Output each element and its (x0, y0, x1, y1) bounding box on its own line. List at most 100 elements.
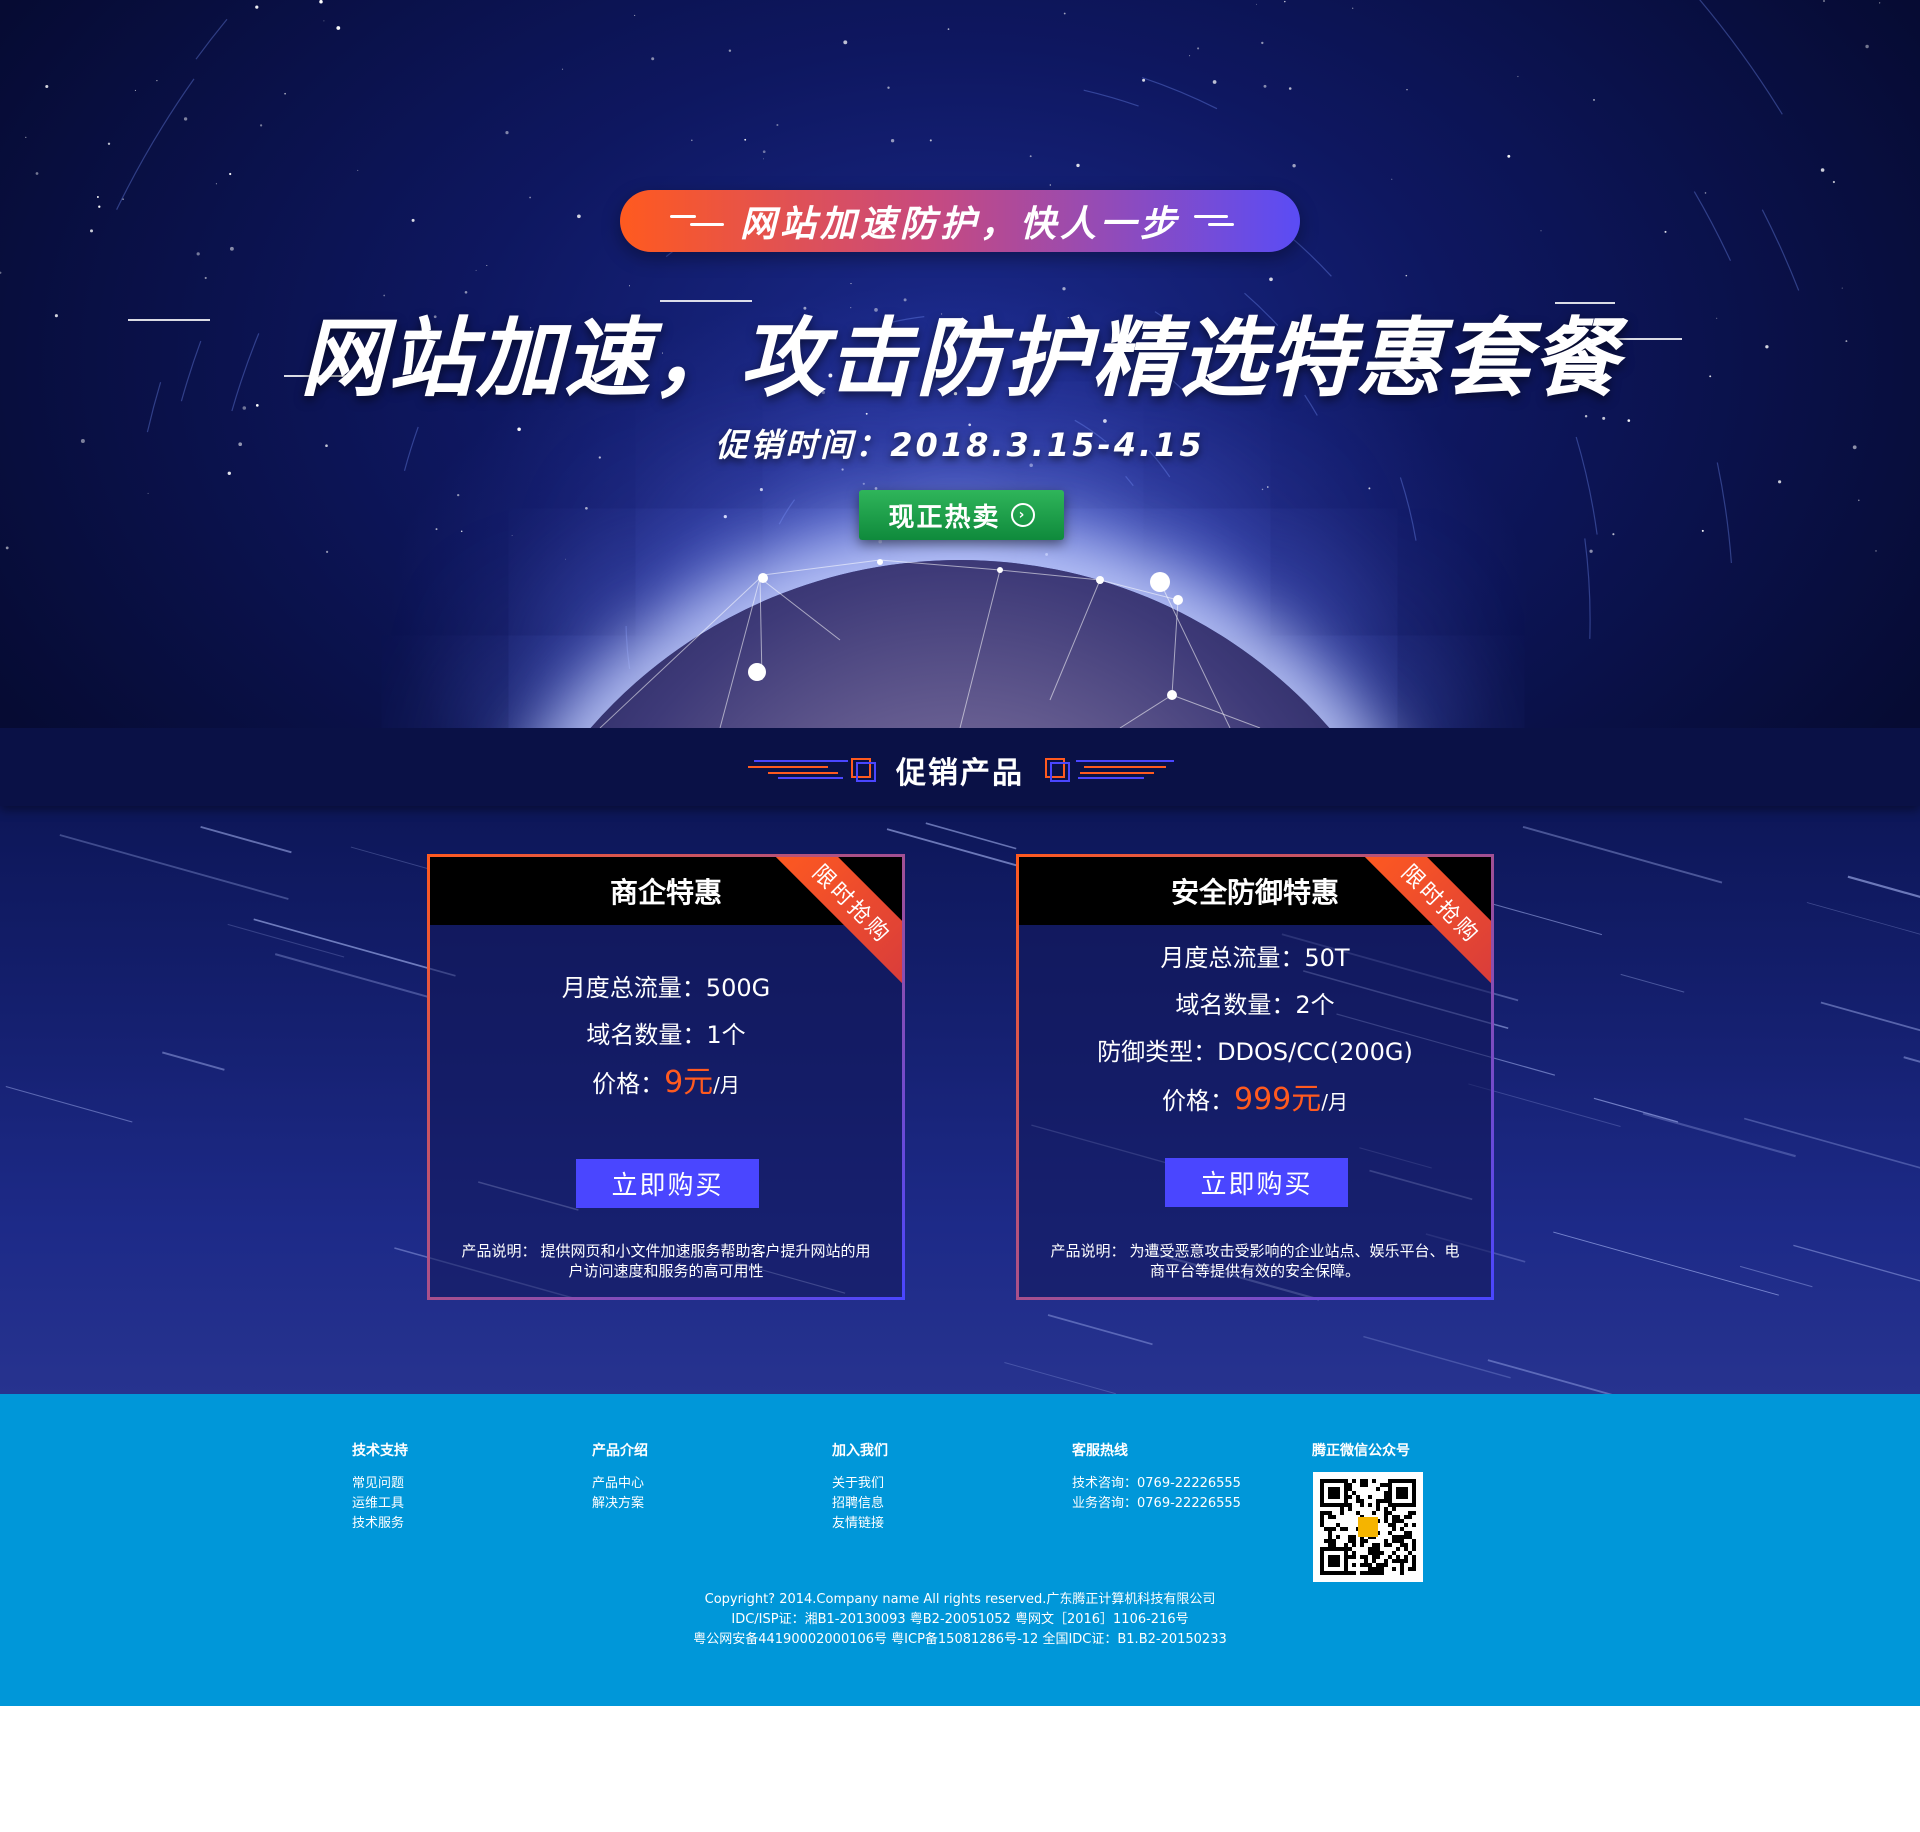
qr-module (1348, 1487, 1352, 1491)
qr-code-pattern (1320, 1479, 1416, 1575)
qr-module (1396, 1539, 1400, 1543)
star-streak (274, 953, 428, 998)
qr-module (1380, 1499, 1384, 1503)
qr-module (1324, 1511, 1328, 1515)
star-streak (1363, 1335, 1511, 1379)
qr-module (1372, 1479, 1376, 1483)
qr-finder (1396, 1487, 1408, 1499)
qr-module (1384, 1563, 1388, 1567)
qr-module (1412, 1539, 1416, 1543)
qr-module (1376, 1487, 1380, 1491)
qr-module (1392, 1551, 1396, 1555)
qr-module (1348, 1555, 1352, 1559)
qr-module (1392, 1539, 1396, 1543)
spec-traffic: 月度总流量：500G (561, 974, 771, 1002)
qr-module (1376, 1567, 1380, 1571)
qr-module (1384, 1539, 1388, 1543)
qr-module (1356, 1499, 1360, 1503)
qr-module (1348, 1507, 1352, 1511)
hot-sale-label: 现正热卖 (888, 502, 1001, 533)
footer-link[interactable]: 解决方案 (592, 1494, 648, 1514)
description-text: 为遭受恶意攻击受影响的企业站点、娱乐平台、电商平台等提供有效的安全保障。 (1129, 1242, 1460, 1280)
qr-module (1400, 1571, 1404, 1575)
qr-module (1352, 1491, 1356, 1495)
buy-now-button[interactable]: 立即购买 (576, 1159, 759, 1208)
star-streak (227, 923, 345, 958)
footer-link[interactable]: 友情链接 (832, 1514, 888, 1534)
footer-col-title: 客服热线 (1072, 1443, 1128, 1459)
qr-module (1400, 1559, 1404, 1563)
products-section: 促销产品 商企特惠 限时抢购 月度总流量：500G 域名数量：1个 价格：9元/… (0, 728, 1920, 1394)
qr-module (1400, 1527, 1404, 1531)
qr-module (1384, 1511, 1388, 1515)
qr-module (1376, 1555, 1380, 1559)
footer-link[interactable]: 招聘信息 (832, 1494, 888, 1514)
qr-module (1388, 1511, 1392, 1515)
footer-link[interactable]: 运维工具 (352, 1494, 408, 1514)
footer-link[interactable]: 产品中心 (592, 1474, 648, 1494)
qr-module (1336, 1535, 1340, 1539)
qr-module (1400, 1567, 1404, 1571)
qr-module (1368, 1547, 1372, 1551)
qr-module (1384, 1495, 1388, 1499)
qr-module (1388, 1543, 1392, 1547)
qr-module (1408, 1515, 1412, 1519)
qr-module (1320, 1519, 1324, 1523)
qr-module (1348, 1495, 1352, 1499)
footer-hotline-business: 业务咨询：0769-22226555 (1072, 1496, 1241, 1511)
star-streak (59, 834, 289, 900)
footer-col-title: 产品介绍 (592, 1443, 648, 1459)
star-streak (1903, 1056, 1920, 1063)
footer-link[interactable]: 常见问题 (352, 1474, 408, 1494)
site-footer: 技术支持 常见问题 运维工具 技术服务 产品介绍 产品中心 解决方案 加入我们 … (0, 1394, 1920, 1706)
qr-module (1412, 1567, 1416, 1571)
qr-module (1400, 1519, 1404, 1523)
qr-module (1396, 1547, 1400, 1551)
qr-module (1412, 1523, 1416, 1527)
star-streak (1739, 1265, 1813, 1288)
qr-module (1392, 1507, 1396, 1511)
qr-module (1412, 1547, 1416, 1551)
buy-now-button[interactable]: 立即购买 (1165, 1158, 1348, 1207)
qr-module (1412, 1563, 1416, 1567)
qr-module (1356, 1511, 1360, 1515)
qr-module (1320, 1511, 1324, 1515)
qr-module (1340, 1507, 1344, 1511)
qr-module (1328, 1511, 1332, 1515)
price-unit: /月 (1321, 1090, 1348, 1114)
price-label: 价格： (1161, 1087, 1234, 1115)
qr-module (1328, 1531, 1332, 1535)
qr-module (1404, 1531, 1408, 1535)
qr-module (1404, 1543, 1408, 1547)
qr-module (1404, 1547, 1408, 1551)
price-label: 价格： (592, 1070, 665, 1098)
card-specs: 月度总流量：50T 域名数量：2个 防御类型：DDOS/CC(200G) 价格：… (1019, 935, 1491, 1123)
footer-link[interactable]: 技术服务 (352, 1514, 408, 1534)
hot-sale-button[interactable]: 现正热卖 › (859, 490, 1064, 540)
qr-module (1348, 1483, 1352, 1487)
qr-module (1400, 1539, 1404, 1543)
qr-module (1400, 1563, 1404, 1567)
qr-module (1408, 1551, 1412, 1555)
qr-module (1392, 1559, 1396, 1563)
qr-module (1328, 1515, 1332, 1519)
description-label: 产品说明： (1050, 1242, 1126, 1260)
qr-module (1320, 1523, 1324, 1527)
qr-module (1372, 1511, 1376, 1515)
qr-module (1392, 1519, 1396, 1523)
qr-module (1380, 1563, 1384, 1567)
qr-module (1412, 1559, 1416, 1563)
qr-module (1372, 1571, 1376, 1575)
spec-price: 价格：999元/月 (1019, 1076, 1491, 1123)
qr-module (1364, 1571, 1368, 1575)
tagline-pill: 网站加速防护，快人一步 (620, 190, 1300, 252)
star-streak (1004, 1362, 1116, 1394)
footer-col-wechat: 腾正微信公众号 (1312, 1440, 1410, 1474)
description-label: 产品说明： (461, 1242, 537, 1260)
card-specs: 月度总流量：500G 域名数量：1个 价格：9元/月 (430, 965, 902, 1106)
footer-link[interactable]: 关于我们 (832, 1474, 888, 1494)
footer-hotline-tech: 技术咨询：0769-22226555 (1072, 1476, 1241, 1491)
page-headline: 网站加速，攻击防护精选特惠套餐 (300, 309, 1620, 409)
qr-module (1328, 1535, 1332, 1539)
qr-module (1404, 1523, 1408, 1527)
